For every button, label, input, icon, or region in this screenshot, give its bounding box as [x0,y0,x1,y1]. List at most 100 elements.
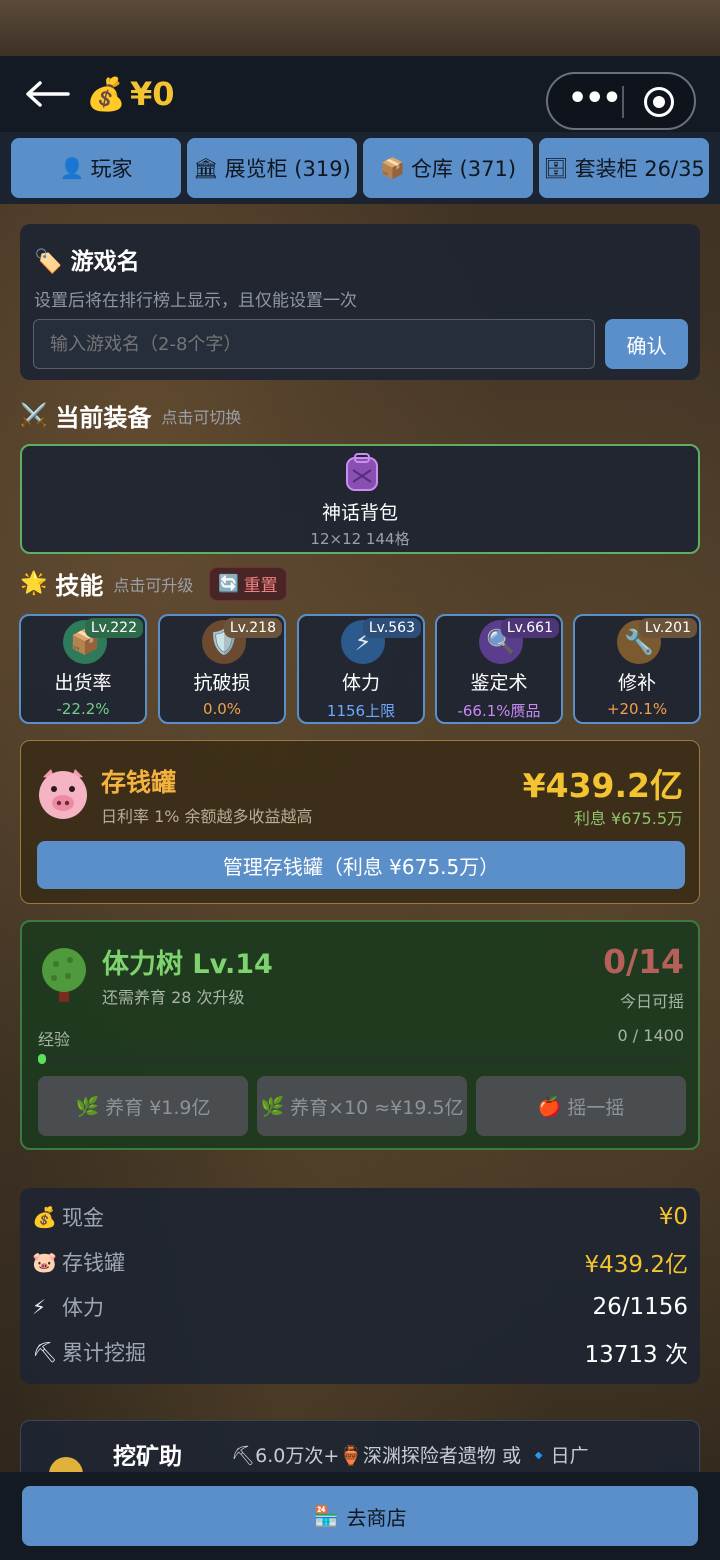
manage-piggy-button[interactable]: 管理存钱罐（利息 ¥675.5万） [37,841,685,889]
exp-label: 经验 [38,1030,71,1049]
equipment-size: 12×12 144格 [310,530,410,548]
money-bag-icon: 💰 [86,75,126,113]
exp-progress-fill [38,1054,46,1064]
stat-label: 累计挖掘 [62,1341,146,1365]
tab-label: 展览柜 (319) [224,157,351,181]
capsule-divider [622,86,624,118]
skill-level: Lv.201 [638,618,697,638]
reset-button[interactable]: 🔄 重置 [209,566,287,601]
game-name-hint: 设置后将在排行榜上显示，且仅能设置一次 [34,291,357,311]
stat-row-cash: 💰 现金 ¥0 [32,1200,688,1234]
close-target-icon[interactable] [644,87,674,117]
shake-label: 摇一摇 [567,1096,625,1119]
skill-value: 0.0% [202,700,242,718]
skill-value: 1156上限 [326,702,396,720]
stat-value: 26/1156 [592,1294,688,1320]
equipment-heading-text: 当前装备 [55,404,152,432]
stat-value: 13713 次 [584,1342,688,1368]
tab-showcase[interactable]: 🏛 展览柜 (319) [187,138,357,198]
skill-shipment-rate[interactable]: 📦 Lv.222 出货率 -22.2% [19,614,147,724]
go-shop-button[interactable]: 🏪 去商店 [22,1486,698,1546]
skill-value: -66.1%赝品 [457,702,541,720]
pickaxe-icon: ⛏ [32,1340,58,1364]
skill-name: 修补 [617,672,656,694]
equipment-card[interactable]: 神话背包 12×12 144格 [20,444,700,554]
nurture-label: 养育 ¥1.9亿 [105,1096,211,1119]
person-icon: 👤 [59,156,85,180]
skill-name: 体力 [341,672,380,694]
equipment-heading: ⚔️ 当前装备 点击可切换 [20,398,241,433]
skill-level: Lv.222 [84,618,143,638]
shake-today-label: 今日可摇 [619,992,684,1011]
skill-name: 鉴定术 [470,672,528,694]
skill-level: Lv.218 [223,618,282,638]
skill-value: -22.2% [56,700,110,718]
stat-row-stamina: ⚡ 体力 26/1156 [32,1290,688,1324]
nurture-button[interactable]: 🌿 养育 ¥1.9亿 [38,1076,248,1136]
sprout-icon: 🌿 [260,1095,285,1118]
window-top-strip [0,0,720,56]
top-bar: 💰 ¥0 ••• [0,56,720,132]
tab-bar: 👤 玩家 🏛 展览柜 (319) 📦 仓库 (371) 🗄 套装柜 26/35 [0,132,720,204]
skill-value: +20.1% [606,700,668,718]
skills-hint: 点击可升级 [113,575,194,595]
balance-text: ¥0 [130,75,175,113]
mining-title: 挖矿助 [113,1444,182,1470]
skill-repair[interactable]: 🔧 Lv.201 修补 +20.1% [573,614,701,724]
stat-value: ¥0 [658,1204,688,1230]
shop-icon: 🏪 [313,1504,339,1528]
equipment-hint: 点击可切换 [161,407,242,427]
tab-player[interactable]: 👤 玩家 [11,138,181,198]
equipment-name: 神话背包 [321,502,398,524]
tag-icon: 🏷️ [34,249,63,275]
nurture-x10-button[interactable]: 🌿 养育×10 ≈¥19.5亿 [257,1076,467,1136]
stat-label: 体力 [62,1296,104,1320]
game-name-input[interactable] [33,319,595,369]
skills-heading: 🌟 技能 点击可升级 🔄 重置 [20,566,287,601]
skill-stamina[interactable]: ⚡ Lv.563 体力 1156上限 [297,614,425,724]
skill-name: 抗破损 [193,672,251,694]
cabinet-icon: 🗄 [543,156,569,180]
skill-anti-break[interactable]: 🛡️ Lv.218 抗破损 0.0% [158,614,286,724]
shake-button[interactable]: 🍎 摇一摇 [476,1076,686,1136]
more-dots-icon[interactable]: ••• [568,84,622,116]
stat-label: 现金 [62,1206,104,1230]
tab-label: 套装柜 26/35 [574,157,705,181]
piggy-interest: 利息 ¥675.5万 [573,809,683,828]
stat-row-dig-total: ⛏ 累计挖掘 13713 次 [32,1335,688,1369]
pig-icon: 🐷 [32,1250,57,1274]
money-bag-icon: 💰 [32,1205,57,1229]
museum-icon: 🏛 [193,156,219,180]
confirm-button[interactable]: 确认 [605,319,688,369]
crossed-swords-icon: ⚔️ [20,403,48,428]
shake-count: 0/14 [603,942,684,981]
pig-icon [39,769,87,819]
game-name-card: 🏷️ 游戏名 设置后将在排行榜上显示，且仅能设置一次 确认 [20,224,700,380]
refresh-icon: 🔄 [218,573,240,594]
game-name-title-text: 游戏名 [70,249,140,275]
skill-name: 出货率 [54,672,112,694]
game-name-title: 🏷️ 游戏名 [34,242,140,276]
tab-set-cabinet[interactable]: 🗄 套装柜 26/35 [539,138,709,198]
back-arrow-icon[interactable] [24,78,70,110]
tab-warehouse[interactable]: 📦 仓库 (371) [363,138,533,198]
stat-value: ¥439.2亿 [584,1252,688,1278]
piggy-bank-card: 存钱罐 日利率 1% 余额越多收益越高 ¥439.2亿 利息 ¥675.5万 管… [20,740,700,904]
skill-level: Lv.661 [500,618,559,638]
piggy-title: 存钱罐 [101,768,177,797]
apple-icon: 🍎 [537,1095,562,1118]
skills-heading-text: 技能 [55,572,104,600]
sprout-icon: 🌿 [75,1095,100,1118]
bottom-bar: 🏪 去商店 [0,1472,720,1560]
stamina-tree-card: 体力树 Lv.14 还需养育 28 次升级 0/14 今日可摇 经验 0 / 1… [20,920,700,1150]
tree-upgrade-hint: 还需养育 28 次升级 [102,988,245,1007]
tab-label: 仓库 (371) [410,157,517,181]
shop-label: 去商店 [346,1505,407,1530]
piggy-amount: ¥439.2亿 [522,766,683,805]
backpack-icon [346,453,378,491]
tree-icon [42,948,86,1002]
lightning-icon: ⚡ [32,1295,47,1319]
tree-title: 体力树 Lv.14 [102,949,273,980]
exp-progress-bar [38,1054,686,1064]
skill-appraisal[interactable]: 🔍 Lv.661 鉴定术 -66.1%赝品 [435,614,563,724]
